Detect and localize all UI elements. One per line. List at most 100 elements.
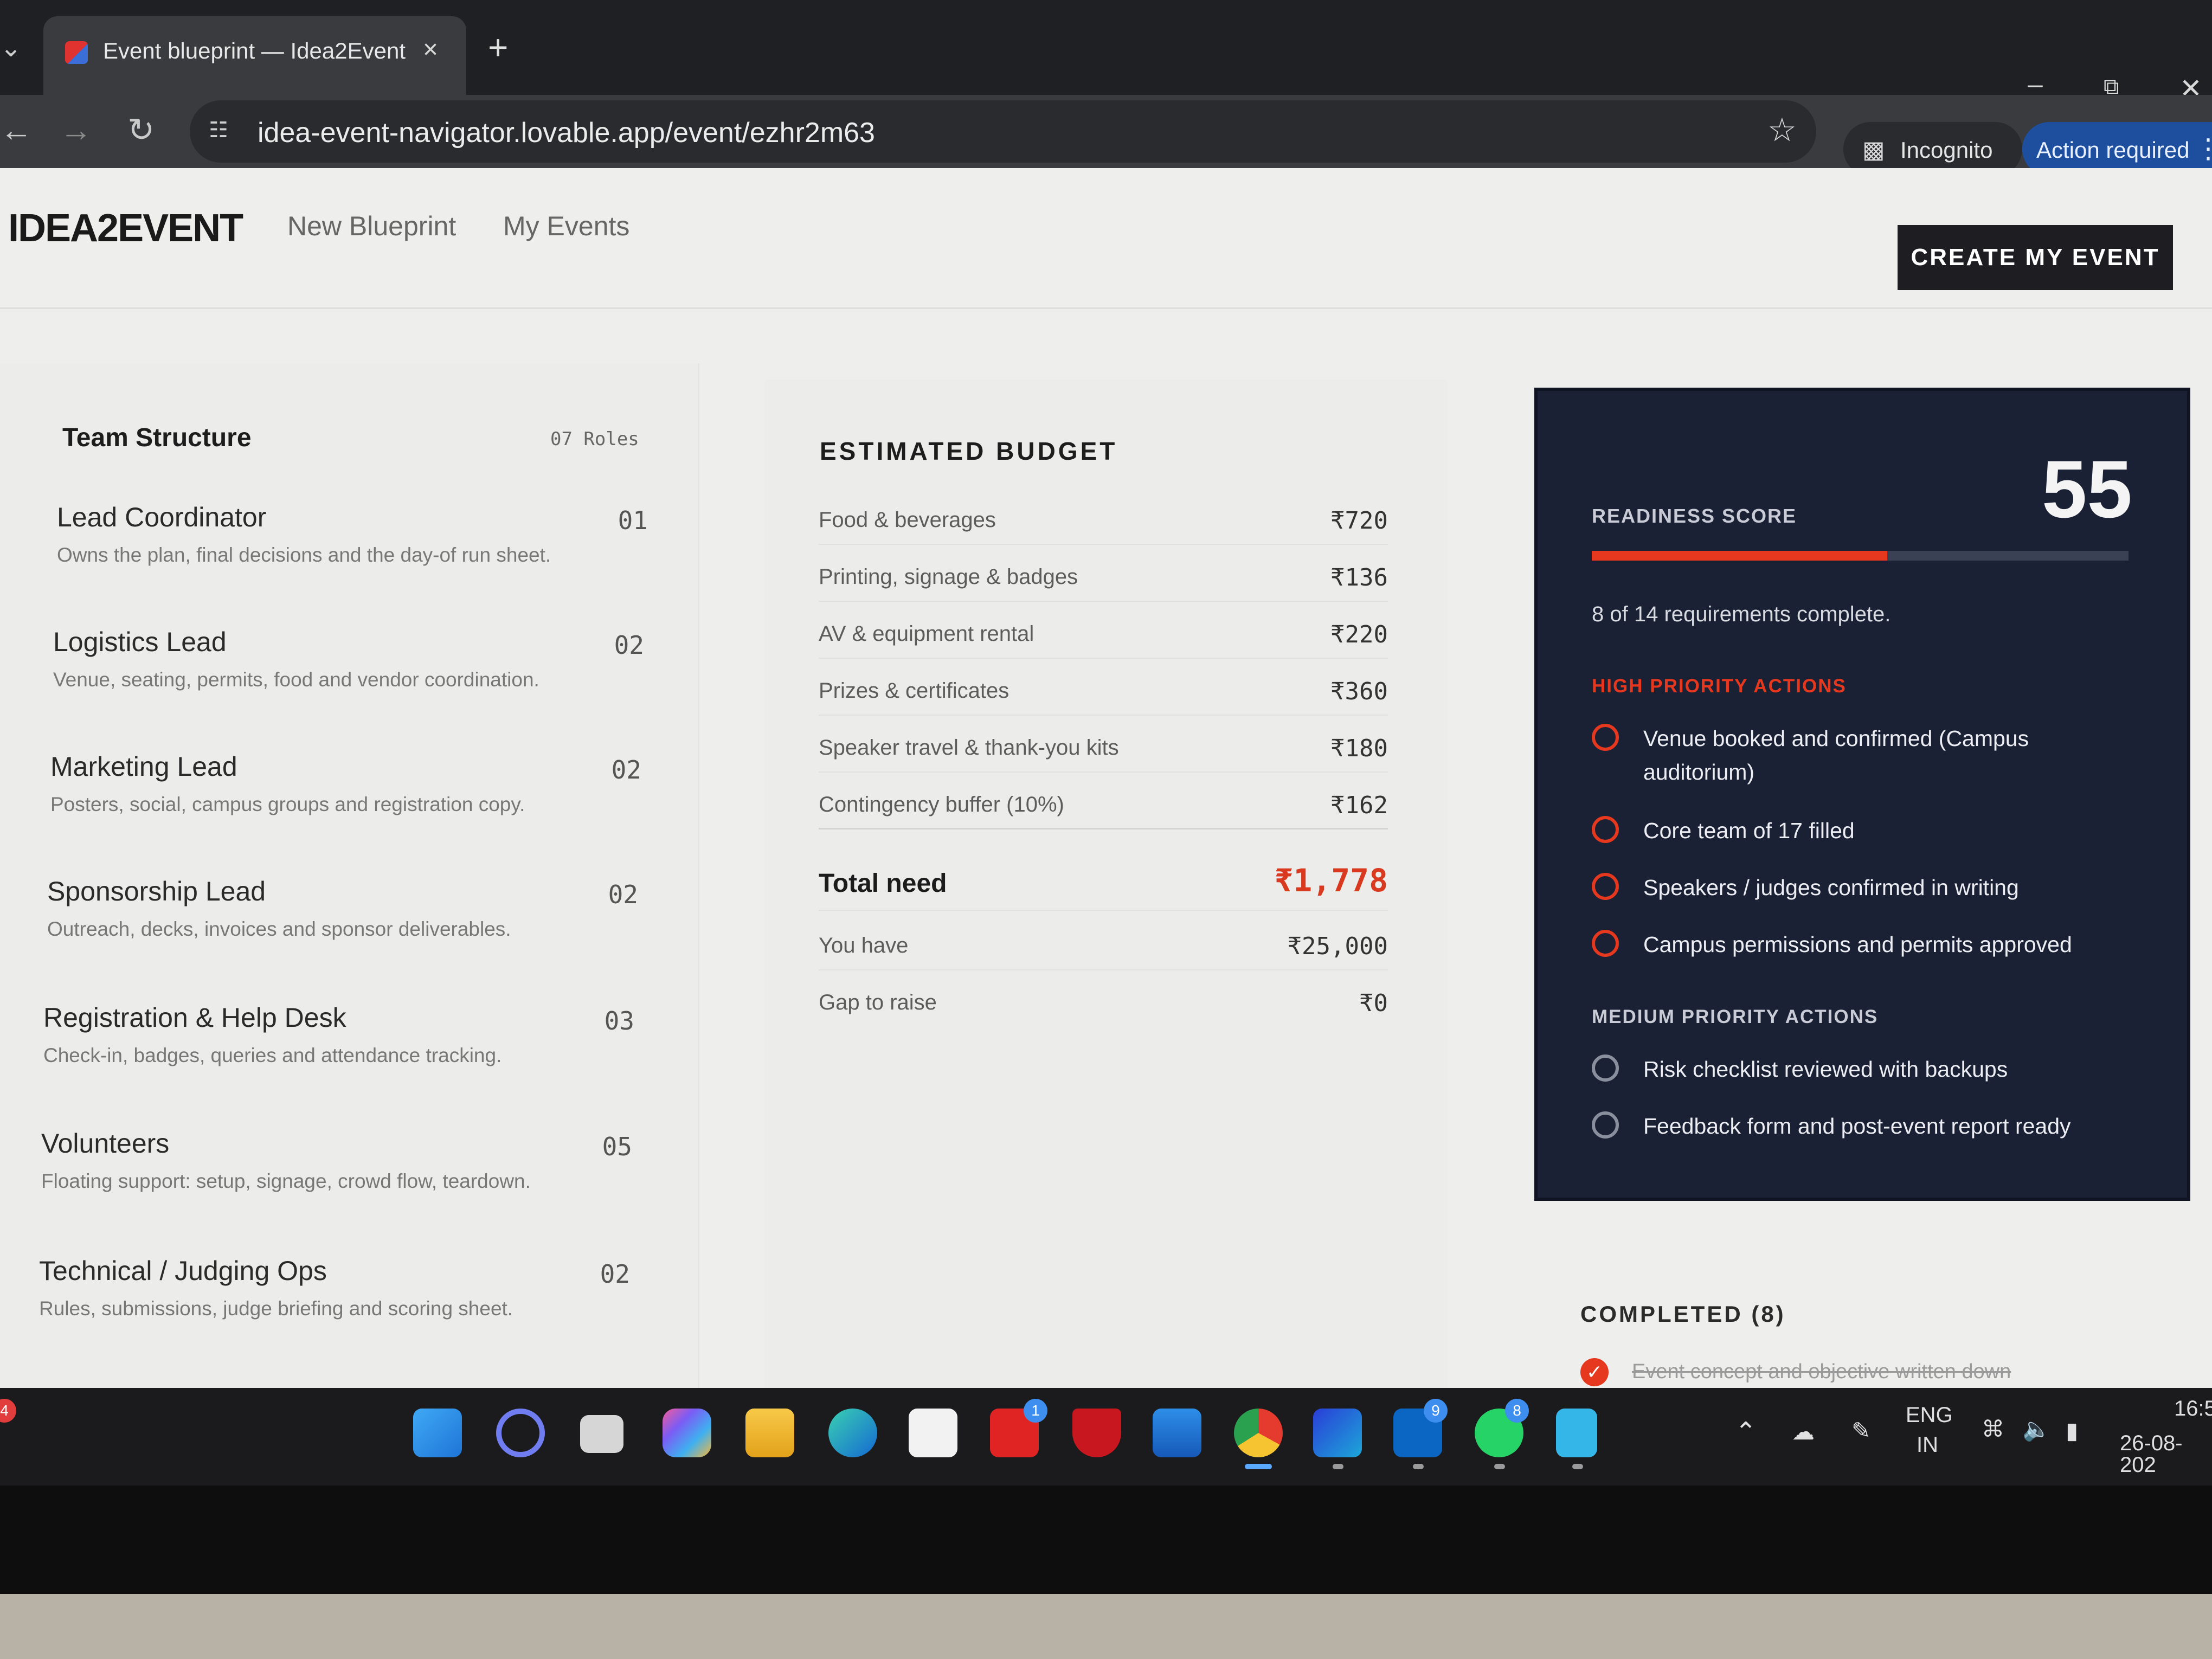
windows-taskbar: 4 1 9 8 ⌃ ☁ ✎ ENG IN ⌘ 🔈 ▮ 16:5 26-08-20… xyxy=(0,1388,2212,1486)
role-name: Sponsorship Lead xyxy=(47,876,266,906)
address-bar[interactable]: ☷ idea-event-navigator.lovable.app/event… xyxy=(190,100,1816,163)
unchecked-circle-icon[interactable] xyxy=(1592,873,1619,900)
browser-tab-bar: ⌄ Event blueprint — Idea2Event × + – ⧉ ✕ xyxy=(0,0,2212,103)
battery-icon[interactable]: ▮ xyxy=(2066,1419,2078,1442)
checked-circle-icon[interactable]: ✓ xyxy=(1580,1358,1609,1386)
tab-close-icon[interactable]: × xyxy=(423,35,438,65)
restore-icon[interactable]: ⧉ xyxy=(2104,76,2119,98)
budget-line-amount: ₹220 xyxy=(1330,621,1388,648)
estimated-budget-panel: ESTIMATED BUDGET Food & beverages ₹720 P… xyxy=(764,380,1448,1388)
url-text[interactable]: idea-event-navigator.lovable.app/event/e… xyxy=(258,117,875,149)
browser-toolbar: ← → ↻ ☷ idea-event-navigator.lovable.app… xyxy=(0,95,2212,176)
volume-icon[interactable]: 🔈 xyxy=(2022,1418,2050,1441)
chrome-icon[interactable] xyxy=(1234,1409,1283,1457)
budget-line-label: Speaker travel & thank-you kits xyxy=(819,736,1119,760)
completed-section-title: COMPLETED (8) xyxy=(1580,1301,1786,1327)
linkedin-badge: 9 xyxy=(1424,1399,1448,1423)
site-header: IDEA2EVENT New Blueprint My Events CREAT… xyxy=(0,168,2212,309)
budget-line: Printing, signage & badges ₹136 xyxy=(819,558,1388,602)
budget-line-label: Prizes & certificates xyxy=(819,679,1009,703)
onedrive-error-icon[interactable]: ☁ xyxy=(1792,1420,1815,1443)
minimize-icon[interactable]: – xyxy=(2028,70,2043,98)
unchecked-circle-icon[interactable] xyxy=(1592,724,1619,751)
clock-time[interactable]: 16:5 xyxy=(2174,1398,2212,1419)
create-my-event-button[interactable]: CREATE MY EVENT xyxy=(1898,225,2173,290)
role-name: Registration & Help Desk xyxy=(43,1002,346,1033)
budget-line-amount: ₹180 xyxy=(1330,735,1388,762)
browser-tab-active[interactable]: Event blueprint — Idea2Event × xyxy=(43,16,466,103)
search-icon[interactable] xyxy=(496,1409,545,1457)
role-name: Lead Coordinator xyxy=(57,502,267,532)
budget-gap-row: Gap to raise ₹0 xyxy=(819,984,1388,1027)
start-windows-icon[interactable] xyxy=(413,1409,462,1457)
budget-line-label: AV & equipment rental xyxy=(819,622,1034,646)
running-indicator xyxy=(1333,1464,1343,1469)
readiness-progress-bar xyxy=(1592,551,2129,561)
gap-to-raise-label: Gap to raise xyxy=(819,991,937,1014)
readiness-score-label: READINESS SCORE xyxy=(1592,505,1797,527)
tab-search-chevron-icon[interactable]: ⌄ xyxy=(0,33,22,70)
role-count: 03 xyxy=(604,1006,634,1036)
running-indicator xyxy=(1494,1464,1505,1469)
copilot-icon[interactable] xyxy=(663,1409,711,1457)
total-need-label: Total need xyxy=(819,869,947,898)
browser-menu-icon[interactable]: ⋮ xyxy=(2195,133,2212,164)
tab-title: Event blueprint — Idea2Event xyxy=(103,38,406,63)
budget-line: Speaker travel & thank-you kits ₹180 xyxy=(819,729,1388,773)
role-count: 02 xyxy=(611,755,641,785)
notepad-icon[interactable] xyxy=(1556,1409,1597,1457)
action-label: Core team of 17 filled xyxy=(1643,818,1855,843)
action-required-label: Action required xyxy=(2036,137,2190,163)
high-priority-title: HIGH PRIORITY ACTIONS xyxy=(1592,676,1847,697)
site-logo[interactable]: IDEA2EVENT xyxy=(8,206,243,250)
input-language-line1[interactable]: ENG xyxy=(1906,1404,1953,1426)
webex-icon[interactable] xyxy=(1313,1409,1362,1457)
role-count: 02 xyxy=(614,631,644,660)
unchecked-circle-icon[interactable] xyxy=(1592,816,1619,843)
new-tab-plus-icon[interactable]: + xyxy=(488,30,508,65)
clock-date[interactable]: 26-08-202 xyxy=(2120,1432,2212,1476)
pen-icon[interactable]: ✎ xyxy=(1851,1419,1870,1442)
team-structure-title: Team Structure xyxy=(62,423,252,452)
role-count: 05 xyxy=(602,1132,632,1161)
wifi-icon[interactable]: ⌘ xyxy=(1982,1418,2004,1441)
forward-arrow-icon[interactable]: → xyxy=(60,114,92,146)
requirements-summary: 8 of 14 requirements complete. xyxy=(1592,602,1891,626)
task-view-icon[interactable] xyxy=(580,1415,623,1453)
you-have-label: You have xyxy=(819,934,909,957)
completed-item-label: Event concept and objective written down xyxy=(1632,1360,2011,1383)
microsoft-store-icon[interactable] xyxy=(909,1409,957,1457)
input-language-line2[interactable]: IN xyxy=(1917,1434,1938,1456)
action-label: Venue booked and confirmed (Campus audit… xyxy=(1643,726,2029,785)
lens-badge: 1 xyxy=(1024,1399,1047,1423)
nav-new-blueprint[interactable]: New Blueprint xyxy=(287,210,456,242)
budget-line: AV & equipment rental ₹220 xyxy=(819,615,1388,659)
reload-icon[interactable]: ↻ xyxy=(127,114,155,146)
role-name: Volunteers xyxy=(41,1128,170,1159)
monitor-bezel xyxy=(0,1594,2212,1659)
readiness-score-value: 55 xyxy=(2042,443,2132,535)
file-explorer-icon[interactable] xyxy=(745,1409,794,1457)
action-label: Risk checklist reviewed with backups xyxy=(1643,1057,2008,1082)
nav-my-events[interactable]: My Events xyxy=(503,210,629,242)
budget-line-amount: ₹720 xyxy=(1330,507,1388,535)
roles-count: 07 Roles xyxy=(550,428,639,450)
back-arrow-icon[interactable]: ← xyxy=(0,114,33,146)
unchecked-circle-icon[interactable] xyxy=(1592,1111,1619,1139)
site-settings-icon[interactable]: ☷ xyxy=(209,118,236,145)
readiness-progress-fill xyxy=(1592,551,1887,561)
role-item: Technical / Judging Ops 02 Rules, submis… xyxy=(39,1255,630,1342)
budget-line: Contingency buffer (10%) ₹162 xyxy=(819,786,1388,829)
role-item: Lead Coordinator 01 Owns the plan, final… xyxy=(57,501,648,588)
bookmark-star-icon[interactable]: ☆ xyxy=(1767,111,1797,149)
mcafee-icon[interactable] xyxy=(1072,1409,1121,1457)
unchecked-circle-icon[interactable] xyxy=(1592,1054,1619,1082)
budget-have-row: You have ₹25,000 xyxy=(819,927,1388,970)
role-description: Owns the plan, final decisions and the d… xyxy=(57,544,551,566)
outlook-icon[interactable] xyxy=(1153,1409,1201,1457)
edge-icon[interactable] xyxy=(828,1409,877,1457)
unchecked-circle-icon[interactable] xyxy=(1592,930,1619,957)
notification-badge: 4 xyxy=(0,1399,16,1423)
page-content: IDEA2EVENT New Blueprint My Events CREAT… xyxy=(0,168,2212,1388)
tray-overflow-chevron-icon[interactable]: ⌃ xyxy=(1735,1419,1757,1445)
